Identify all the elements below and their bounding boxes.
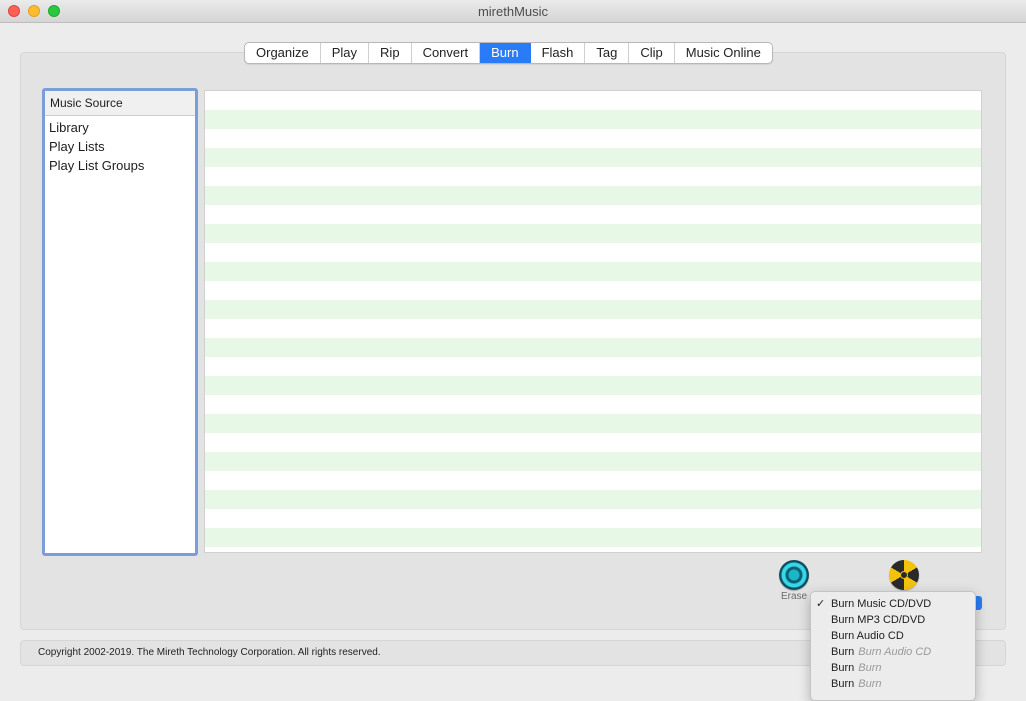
- menu-item-burn-5[interactable]: Burn Burn: [811, 660, 975, 676]
- menu-item-label: Burn MP3 CD/DVD: [831, 614, 926, 626]
- menu-item-ghost-text: Burn: [858, 678, 882, 690]
- tab-tag[interactable]: Tag: [585, 43, 630, 63]
- window-title: mirethMusic: [477, 4, 549, 19]
- burn-track-table[interactable]: [204, 90, 982, 553]
- music-source-list[interactable]: Music Source Library Play Lists Play Lis…: [42, 88, 198, 556]
- tab-rip[interactable]: Rip: [369, 43, 412, 63]
- menu-item-label: Burn Music CD/DVD: [831, 598, 932, 610]
- source-item-library[interactable]: Library: [45, 118, 195, 137]
- menu-item-burn-4[interactable]: Burn Burn Audio CD: [811, 644, 975, 660]
- tab-burn[interactable]: Burn: [480, 43, 531, 63]
- tab-clip[interactable]: Clip: [629, 43, 675, 63]
- source-item-play-list-groups[interactable]: Play List Groups: [45, 156, 195, 175]
- tab-bar: Organize Play Rip Convert Burn Flash Tag…: [244, 42, 773, 64]
- tab-play[interactable]: Play: [321, 43, 370, 63]
- title-bar: mirethMusic: [0, 0, 1026, 23]
- burn-button[interactable]: [886, 560, 922, 590]
- tab-convert[interactable]: Convert: [412, 43, 481, 63]
- erase-disc-icon: [779, 560, 809, 590]
- menu-item-burn-mp3-cd-dvd[interactable]: Burn MP3 CD/DVD: [811, 612, 975, 628]
- checkmark-icon: ✓: [816, 598, 826, 610]
- music-source-header: Music Source: [45, 91, 195, 116]
- menu-item-burn-audio-cd[interactable]: Burn Audio CD: [811, 628, 975, 644]
- menu-item-label: Burn: [831, 678, 855, 690]
- burn-type-menu: ✓ Burn Music CD/DVD Burn MP3 CD/DVD Burn…: [810, 591, 976, 701]
- source-item-play-lists[interactable]: Play Lists: [45, 137, 195, 156]
- menu-item-ghost-text: Burn Audio CD: [858, 646, 932, 658]
- tab-flash[interactable]: Flash: [531, 43, 586, 63]
- menu-item-label: Burn: [831, 646, 855, 658]
- copyright-text: Copyright 2002-2019. The Mireth Technolo…: [38, 647, 381, 658]
- tab-music-online[interactable]: Music Online: [675, 43, 772, 63]
- menu-item-burn-6[interactable]: Burn Burn: [811, 676, 975, 692]
- menu-item-ghost-text: Burn: [858, 662, 882, 674]
- menu-item-label: Burn: [831, 662, 855, 674]
- burn-radiation-icon: [889, 560, 919, 590]
- menu-item-label: Burn Audio CD: [831, 630, 904, 642]
- tab-organize[interactable]: Organize: [245, 43, 321, 63]
- menu-item-burn-music-cd-dvd[interactable]: ✓ Burn Music CD/DVD: [811, 596, 975, 612]
